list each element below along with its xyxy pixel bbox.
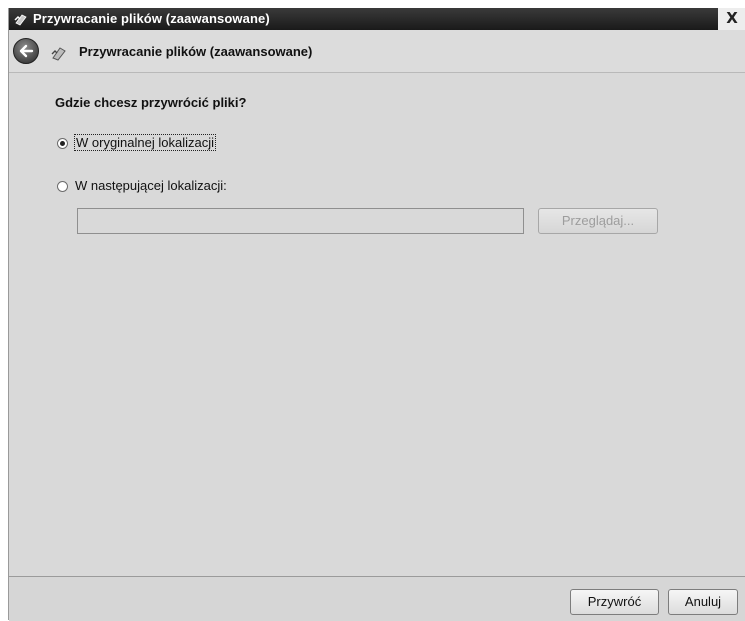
back-arrow-icon — [19, 44, 34, 58]
back-button[interactable] — [13, 38, 39, 64]
radio-custom-location[interactable] — [57, 181, 68, 192]
option-custom-location-label[interactable]: W następującej lokalizacji: — [75, 178, 227, 193]
wizard-header: Przywracanie plików (zaawansowane) — [9, 30, 745, 73]
title-bar[interactable]: Przywracanie plików (zaawansowane) X — [9, 8, 745, 30]
location-path-input[interactable] — [77, 208, 524, 234]
restore-app-icon — [13, 11, 29, 27]
page-title: Przywracanie plików (zaawansowane) — [79, 44, 313, 59]
cancel-button[interactable]: Anuluj — [668, 589, 738, 615]
footer-bar: Przywróć Anuluj — [9, 576, 745, 621]
radio-selected-dot — [60, 141, 65, 146]
radio-original-location[interactable] — [57, 138, 68, 149]
restore-button[interactable]: Przywróć — [570, 589, 659, 615]
restore-wizard-icon — [49, 43, 69, 63]
close-button[interactable]: X — [718, 8, 745, 30]
option-original-location-label[interactable]: W oryginalnej lokalizacji — [74, 134, 216, 151]
window-title: Przywracanie plików (zaawansowane) — [33, 11, 270, 26]
browse-button[interactable]: Przeglądaj... — [538, 208, 658, 234]
location-question: Gdzie chcesz przywrócić pliki? — [55, 95, 247, 110]
restore-files-window: Przywracanie plików (zaawansowane) X Prz… — [8, 8, 745, 621]
